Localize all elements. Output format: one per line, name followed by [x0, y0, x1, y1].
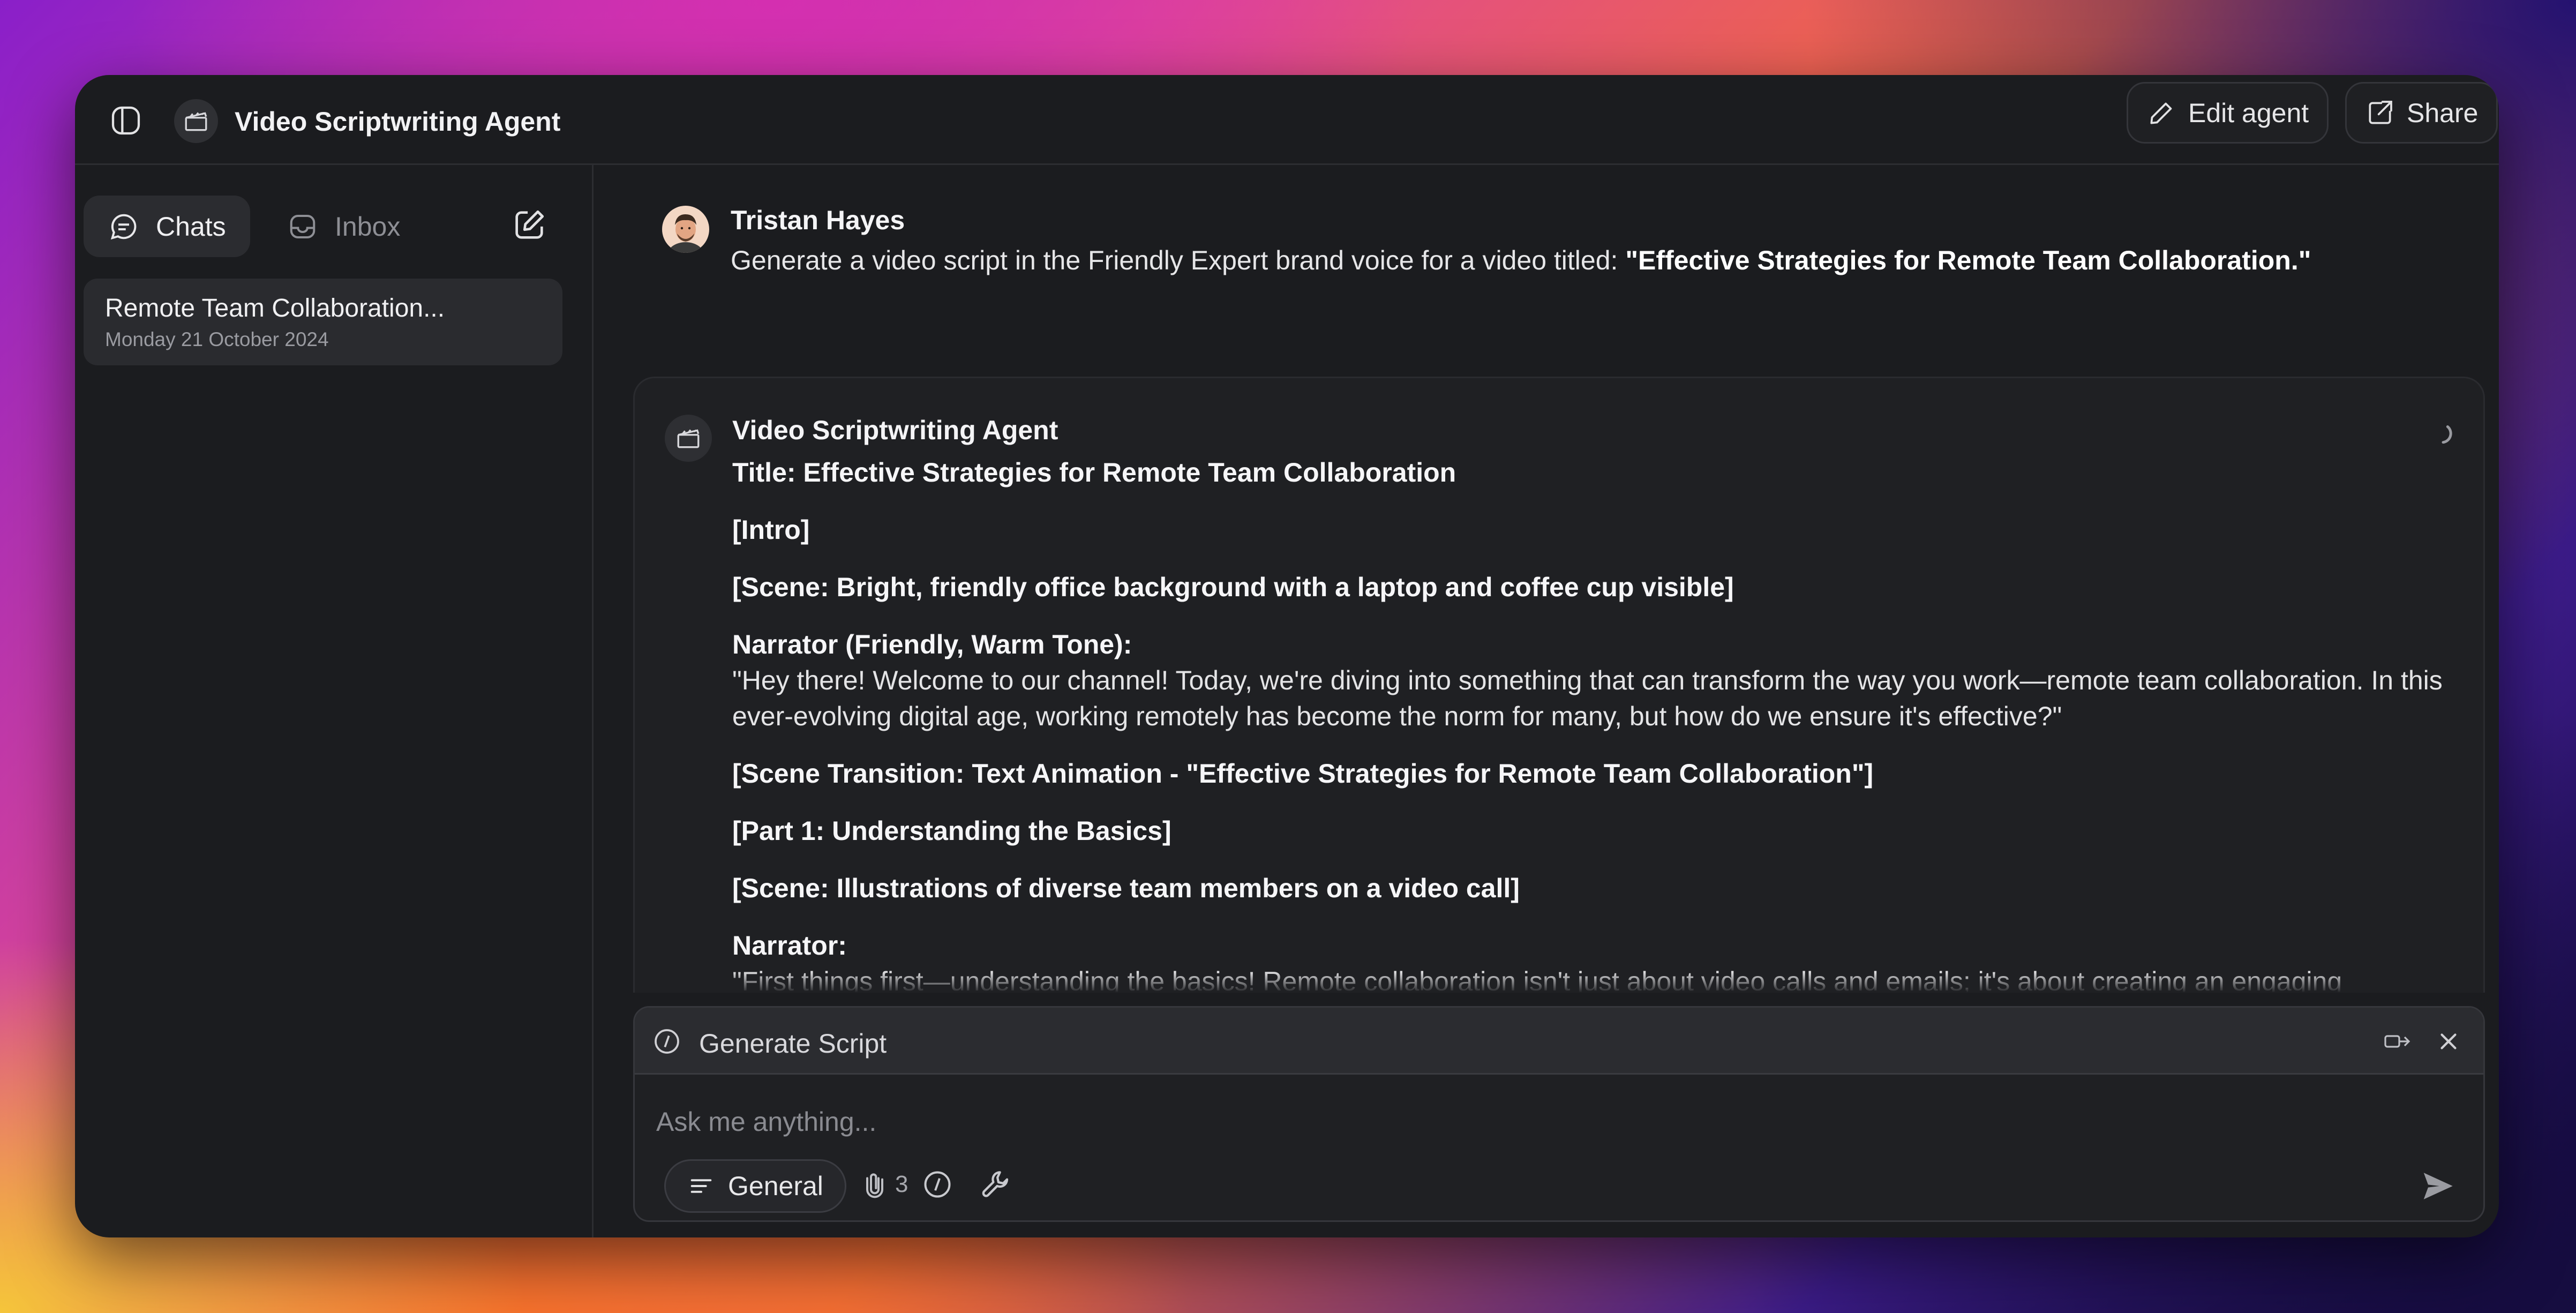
compose-icon [515, 210, 544, 239]
scroll-fade [635, 971, 2483, 993]
align-left-icon [690, 1179, 712, 1193]
slash-command-icon [655, 1029, 679, 1054]
send-icon[interactable] [2419, 1167, 2457, 1205]
pencil-icon [2150, 102, 2172, 124]
attachments-button[interactable]: 3 [860, 1168, 908, 1201]
script-heading: Narrator (Friendly, Warm Tone): [732, 629, 1132, 659]
share-label: Share [2407, 97, 2479, 128]
app-title: Video Scriptwriting Agent [235, 107, 561, 137]
close-icon[interactable] [2435, 1028, 2462, 1055]
agent-message-avatar [665, 415, 712, 462]
agent-message-card: Video Scriptwriting Agent Title: Effecti… [633, 377, 2485, 993]
active-command-label: Generate Script [699, 1029, 887, 1059]
script-heading: [Scene: Illustrations of diverse team me… [732, 873, 1520, 903]
attachment-count: 3 [895, 1171, 908, 1197]
script-paragraph: [Scene: Bright, friendly office backgrou… [732, 569, 2462, 605]
script-heading: [Scene: Bright, friendly office backgrou… [732, 572, 1734, 602]
script-paragraph: [Intro] [732, 512, 2462, 548]
script-heading: Narrator: [732, 931, 847, 961]
new-chat-button[interactable] [508, 204, 551, 246]
script-heading: Title: Effective Strategies for Remote T… [732, 457, 1456, 487]
script-heading: [Scene Transition: Text Animation - "Eff… [732, 759, 1874, 789]
script-paragraph: Title: Effective Strategies for Remote T… [732, 455, 2462, 491]
person-avatar-icon [662, 206, 709, 253]
script-paragraph: [Scene Transition: Text Animation - "Eff… [732, 756, 2462, 792]
inbox-tray-icon [290, 214, 316, 238]
user-name: Tristan Hayes [731, 205, 905, 235]
app-window: Video Scriptwriting Agent Edit agent Sha… [75, 75, 2499, 1237]
user-message-text: Generate a video script in the Friendly … [731, 245, 2311, 276]
active-command-bar: Generate Script [635, 1008, 2483, 1075]
wrench-tools-icon[interactable] [979, 1167, 1013, 1202]
user-avatar [662, 206, 709, 253]
script-paragraph: [Part 1: Understanding the Basics] [732, 813, 2462, 849]
slash-command-icon[interactable] [921, 1168, 953, 1201]
script-heading: [Part 1: Understanding the Basics] [732, 816, 1171, 846]
script-line: "Hey there! Welcome to our channel! Toda… [732, 665, 2443, 731]
tab-inbox[interactable]: Inbox [262, 196, 424, 257]
chat-list-item[interactable]: Remote Team Collaboration... Monday 21 O… [84, 279, 562, 365]
chat-item-title: Remote Team Collaboration... [105, 294, 445, 322]
message-composer: Generate Script General 3 [633, 1006, 2485, 1222]
edit-agent-label: Edit agent [2188, 97, 2309, 128]
sidebar-toggle-button[interactable] [107, 102, 145, 139]
detach-command-icon[interactable] [2383, 1029, 2411, 1054]
paperclip-icon [866, 1173, 883, 1198]
user-message-video-title: "Effective Strategies for Remote Team Co… [1625, 245, 2311, 275]
script-paragraph: Narrator (Friendly, Warm Tone): "Hey ther… [732, 627, 2462, 734]
chat-input[interactable] [656, 1103, 2424, 1141]
agent-message-author: Video Scriptwriting Agent [732, 415, 1058, 445]
agent-avatar [174, 99, 218, 143]
share-external-icon [2369, 100, 2392, 124]
mode-label: General [728, 1171, 823, 1201]
user-message-prefix: Generate a video script in the Friendly … [731, 245, 1626, 275]
loading-spinner-icon [2442, 425, 2452, 444]
clapperboard-icon [185, 112, 207, 131]
tab-chats[interactable]: Chats [84, 196, 250, 257]
conversation-pane: Tristan Hayes Generate a video script in… [595, 165, 2499, 1237]
script-heading: [Intro] [732, 515, 810, 545]
title-bar: Video Scriptwriting Agent Edit agent Sha… [75, 75, 2499, 165]
sidebar-panel-icon [111, 106, 140, 135]
tab-inbox-label: Inbox [335, 211, 401, 242]
clapperboard-icon [677, 429, 700, 448]
chat-bubble-icon [110, 214, 137, 239]
script-paragraph: [Scene: Illustrations of diverse team me… [732, 871, 2462, 906]
tab-chats-label: Chats [156, 211, 226, 242]
sidebar: Chats Inbox Remote Team Collaboration...… [75, 165, 594, 1237]
mode-selector-button[interactable]: General [664, 1159, 846, 1213]
chat-item-date: Monday 21 October 2024 [105, 328, 329, 350]
generated-script: Title: Effective Strategies for Remote T… [732, 455, 2462, 993]
share-button[interactable]: Share [2345, 82, 2498, 144]
edit-agent-button[interactable]: Edit agent [2127, 82, 2329, 144]
